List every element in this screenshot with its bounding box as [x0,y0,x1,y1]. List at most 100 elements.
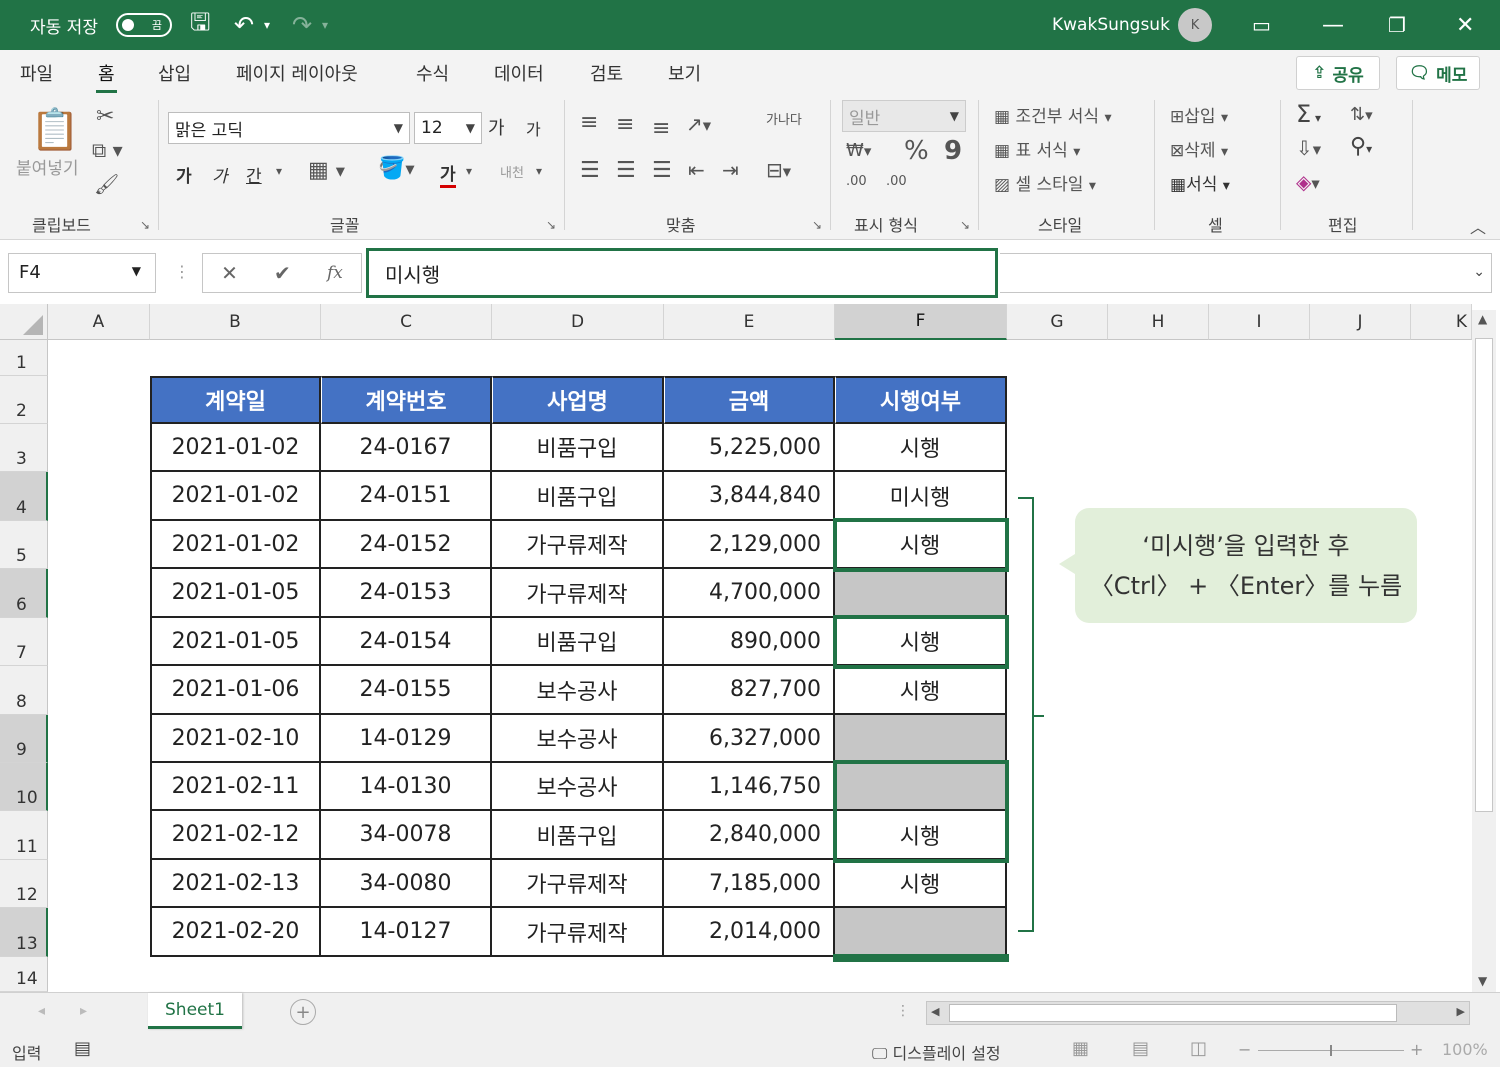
cell-contract-date[interactable]: 2021-02-11 [150,763,321,811]
scroll-up-icon[interactable]: ▲ [1478,312,1487,326]
orientation-icon[interactable]: ↗▾ [686,112,711,136]
row-header-2[interactable]: 2 [0,376,48,424]
alignment-launcher-icon[interactable]: ↘ [812,218,822,232]
split-handle-icon[interactable]: ⋮ [896,1003,910,1019]
sheet-tab-sheet1[interactable]: Sheet1 [148,993,242,1029]
cell-project-name[interactable]: 보수공사 [492,715,664,763]
cell-status[interactable]: 시행 [835,860,1007,908]
delete-cells-button[interactable]: ⊠삭제 ▾ [1170,136,1228,161]
format-cells-button[interactable]: ▦서식 ▾ [1170,170,1230,195]
cell-contract-number[interactable]: 14-0127 [321,908,492,957]
clipboard-launcher-icon[interactable]: ↘ [140,218,150,232]
column-header-d[interactable]: D [492,304,664,340]
row-header-10[interactable]: 10 [0,763,48,811]
column-header-j[interactable]: J [1310,304,1411,340]
avatar[interactable]: K [1178,0,1212,50]
row-header-4[interactable]: 4 [0,472,48,521]
underline-button[interactable]: 간 [246,162,262,187]
find-icon[interactable]: ⚲▾ [1350,134,1372,159]
borders-icon[interactable]: ▦ ▾ [308,158,345,183]
tab-formulas[interactable]: 수식 [416,60,449,86]
row-header-5[interactable]: 5 [0,521,48,569]
cell-contract-number[interactable]: 24-0152 [321,521,492,569]
expand-formula-bar-icon[interactable]: ⌄ [1473,264,1485,280]
cell-amount[interactable]: 3,844,840 [664,472,835,521]
row-header-11[interactable]: 11 [0,811,48,860]
select-all-button[interactable] [0,304,48,340]
normal-view-icon[interactable]: ▦ [1072,1038,1089,1059]
scroll-down-icon[interactable]: ▼ [1478,974,1487,988]
bold-button[interactable]: 가 [176,162,192,187]
column-header-h[interactable]: H [1108,304,1209,340]
cell-status[interactable] [835,569,1007,618]
row-header-8[interactable]: 8 [0,666,48,715]
cell-contract-number[interactable]: 34-0078 [321,811,492,860]
ribbon-display-icon[interactable]: ▭ [1252,0,1271,50]
display-settings-button[interactable]: 🖵 디스플레이 설정 [872,1040,1001,1064]
comma-button[interactable]: 9 [944,136,962,166]
enter-icon[interactable]: ✔ [274,261,291,285]
zoom-in-icon[interactable]: + [1410,1040,1423,1059]
increase-indent-icon[interactable]: ⇥ [722,158,739,182]
header-project-name[interactable]: 사업명 [492,376,664,424]
zoom-out-icon[interactable]: − [1238,1040,1251,1059]
save-icon[interactable]: 🖫 [190,0,210,50]
cell-contract-number[interactable]: 14-0129 [321,715,492,763]
column-header-b[interactable]: B [150,304,321,340]
tab-page-layout[interactable]: 페이지 레이아웃 [236,60,358,86]
number-format-select[interactable]: 일반 ▼ [842,100,966,132]
cell-project-name[interactable]: 가구류제작 [492,908,664,957]
cell-project-name[interactable]: 비품구입 [492,472,664,521]
row-header-12[interactable]: 12 [0,860,48,908]
cell-styles-button[interactable]: ▨ 셀 스타일 ▾ [994,170,1096,195]
cell-contract-date[interactable]: 2021-01-02 [150,472,321,521]
undo-dropdown-icon[interactable]: ▾ [264,0,270,50]
close-icon[interactable]: ✕ [1456,0,1474,50]
decrease-indent-icon[interactable]: ⇤ [688,158,705,182]
tab-view[interactable]: 보기 [668,60,701,86]
clear-icon[interactable]: ◈▾ [1296,170,1320,194]
cut-icon[interactable]: ✂ [96,104,114,129]
cell-project-name[interactable]: 가구류제작 [492,569,664,618]
cell-contract-date[interactable]: 2021-02-20 [150,908,321,957]
page-break-view-icon[interactable]: ◫ [1190,1038,1207,1059]
add-sheet-icon[interactable]: + [290,999,316,1025]
sort-filter-icon[interactable]: ⇅▾ [1350,104,1373,125]
align-right-icon[interactable]: ☰ [652,158,672,183]
tab-data[interactable]: 데이터 [494,60,544,86]
chevron-down-icon[interactable]: ▾ [276,164,282,178]
cell-contract-number[interactable]: 24-0153 [321,569,492,618]
cell-amount[interactable]: 2,014,000 [664,908,835,957]
header-contract-date[interactable]: 계약일 [150,376,321,424]
column-header-k[interactable]: K [1411,304,1472,340]
cell-status[interactable]: 미시행 [835,472,1007,521]
row-header-7[interactable]: 7 [0,618,48,666]
cell-contract-date[interactable]: 2021-01-05 [150,569,321,618]
fill-color-icon[interactable]: 🪣▾ [378,156,415,181]
column-header-e[interactable]: E [664,304,835,340]
scroll-left-icon[interactable]: ◀ [931,1005,939,1018]
tab-insert[interactable]: 삽입 [158,60,191,86]
prev-sheet-icon[interactable]: ◂ [38,1003,45,1019]
drag-handle-icon[interactable]: ⋮ [174,262,190,281]
increase-decimal-button[interactable]: .00 [846,174,867,189]
cell-project-name[interactable]: 가구류제작 [492,521,664,569]
row-header-14[interactable]: 14 [0,957,48,992]
number-launcher-icon[interactable]: ↘ [960,218,970,232]
zoom-level[interactable]: 100% [1442,1040,1488,1059]
memo-button[interactable]: 🗨 메모 [1396,56,1480,90]
cell-contract-date[interactable]: 2021-01-06 [150,666,321,715]
cell-status[interactable]: 시행 [835,424,1007,472]
horizontal-scroll-thumb[interactable] [949,1004,1397,1022]
chevron-down-icon[interactable]: ▾ [466,164,472,178]
wrap-text-button[interactable]: 가나다 [766,114,802,127]
cell-contract-date[interactable]: 2021-01-05 [150,618,321,666]
cell-amount[interactable]: 2,129,000 [664,521,835,569]
column-header-f[interactable]: F [835,304,1007,340]
zoom-slider[interactable] [1258,1045,1404,1056]
cell-contract-date[interactable]: 2021-02-10 [150,715,321,763]
header-status[interactable]: 시행여부 [835,376,1007,424]
paste-button[interactable]: 붙여넣기 [16,154,79,179]
undo-icon[interactable]: ↶ [234,0,254,50]
font-name-select[interactable]: 맑은 고딕 ▼ [168,112,410,144]
